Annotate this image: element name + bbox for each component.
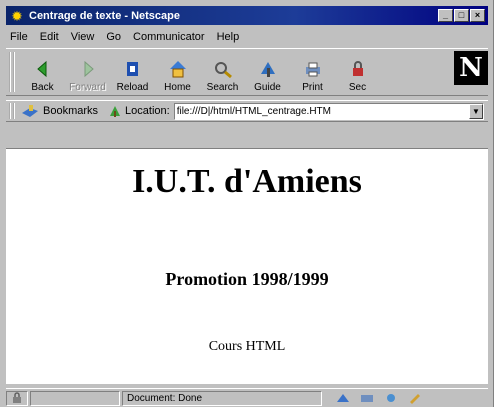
guide-button[interactable]: Guide bbox=[245, 51, 290, 95]
status-bar: Document: Done bbox=[6, 388, 488, 407]
bookmarks-button[interactable]: Bookmarks bbox=[21, 104, 98, 118]
forward-arrow-icon bbox=[84, 60, 94, 78]
reload-icon bbox=[126, 62, 138, 76]
menu-communicator[interactable]: Communicator bbox=[127, 31, 211, 43]
netscape-app-icon: ✹ bbox=[11, 7, 23, 24]
window-controls: _ □ × bbox=[438, 9, 485, 22]
browser-window: ✹ Centrage de texte - Netscape _ □ × Fil… bbox=[0, 0, 494, 407]
search-icon bbox=[214, 62, 232, 79]
security-icon bbox=[352, 61, 363, 76]
maximize-button[interactable]: □ bbox=[454, 9, 469, 22]
minimize-button[interactable]: _ bbox=[438, 9, 453, 22]
forward-button[interactable]: Forward bbox=[65, 51, 110, 95]
search-label: Search bbox=[206, 82, 239, 93]
title-bar[interactable]: ✹ Centrage de texte - Netscape _ □ × bbox=[6, 6, 488, 25]
url-field-container: ▼ bbox=[173, 102, 484, 120]
discussion-icon[interactable] bbox=[384, 392, 398, 404]
menu-view[interactable]: View bbox=[65, 31, 101, 43]
url-input[interactable] bbox=[176, 105, 483, 117]
navigation-toolbar: Back Forward Reload Home Search Guide Pr… bbox=[6, 48, 488, 96]
bookmarks-icon bbox=[22, 105, 38, 117]
back-button[interactable]: Back bbox=[20, 51, 65, 95]
home-label: Home bbox=[164, 82, 191, 93]
url-history-dropdown[interactable]: ▼ bbox=[469, 103, 483, 119]
reload-button[interactable]: Reload bbox=[110, 51, 155, 95]
print-label: Print bbox=[302, 82, 323, 93]
print-icon bbox=[305, 62, 320, 77]
reload-label: Reload bbox=[116, 82, 149, 93]
home-icon bbox=[169, 61, 186, 78]
home-button[interactable]: Home bbox=[155, 51, 200, 95]
lock-icon bbox=[13, 392, 21, 403]
toolbar-grip[interactable] bbox=[9, 52, 15, 92]
location-grip[interactable] bbox=[9, 103, 15, 119]
menu-file[interactable]: File bbox=[6, 31, 34, 43]
bookmarks-label: Bookmarks bbox=[43, 105, 99, 117]
location-bar: Bookmarks Location: ▼ bbox=[6, 100, 488, 122]
netscape-logo[interactable]: N bbox=[454, 51, 488, 85]
mail-icon[interactable] bbox=[360, 392, 374, 404]
security-label: Sec bbox=[348, 82, 367, 93]
progress-bar bbox=[30, 390, 120, 406]
menu-help[interactable]: Help bbox=[211, 31, 246, 43]
chevron-down-icon: ▼ bbox=[472, 106, 480, 116]
status-text: Document: Done bbox=[122, 390, 322, 406]
security-status[interactable] bbox=[6, 390, 28, 406]
back-arrow-icon bbox=[36, 60, 46, 78]
page-content: I.U.T. d'Amiens Promotion 1998/1999 Cour… bbox=[6, 148, 488, 384]
print-button[interactable]: Print bbox=[290, 51, 335, 95]
page-proxy-icon[interactable] bbox=[108, 104, 122, 118]
forward-label: Forward bbox=[69, 82, 106, 93]
menu-bar: File Edit View Go Communicator Help bbox=[6, 28, 488, 46]
search-button[interactable]: Search bbox=[200, 51, 245, 95]
menu-edit[interactable]: Edit bbox=[34, 31, 65, 43]
menu-go[interactable]: Go bbox=[100, 31, 127, 43]
page-paragraph: Cours HTML bbox=[208, 339, 286, 354]
location-label-group: Location: bbox=[108, 104, 170, 118]
page-heading: I.U.T. d'Amiens bbox=[132, 163, 362, 200]
guide-icon bbox=[260, 62, 275, 77]
back-label: Back bbox=[31, 82, 54, 93]
component-bar bbox=[324, 392, 488, 404]
security-button[interactable]: Sec bbox=[335, 51, 380, 95]
close-button[interactable]: × bbox=[470, 9, 485, 22]
location-label: Location: bbox=[125, 105, 170, 117]
guide-label: Guide bbox=[254, 82, 281, 93]
composer-icon[interactable] bbox=[408, 392, 422, 404]
window-title: Centrage de texte - Netscape bbox=[29, 9, 180, 22]
page-subheading: Promotion 1998/1999 bbox=[165, 269, 329, 289]
navigator-icon[interactable] bbox=[336, 392, 350, 404]
